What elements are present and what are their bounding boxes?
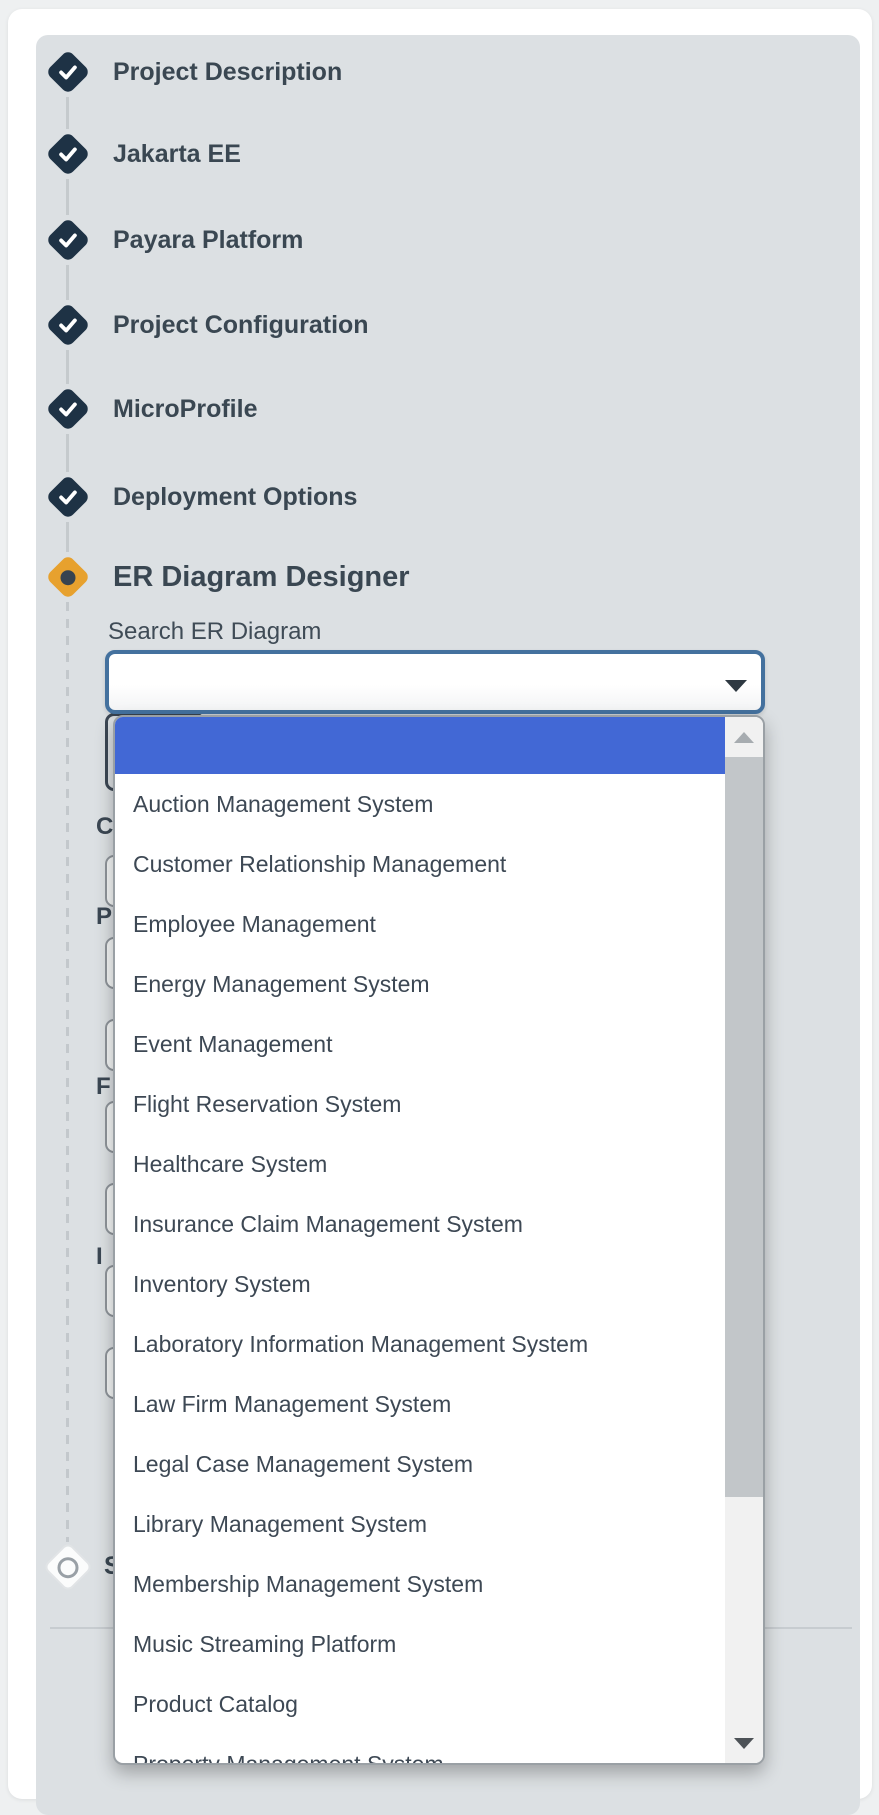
dropdown-option[interactable]: Inventory System [115,1254,725,1314]
check-icon [57,229,79,251]
dropdown-option[interactable]: Event Management [115,1014,725,1074]
dropdown-option-selected[interactable] [115,717,725,774]
pending-ring-icon [58,1557,79,1578]
hidden-label-fragment: F [96,1073,111,1101]
step-icon-box [45,131,91,177]
dropdown-option[interactable]: Employee Management [115,894,725,954]
step-project-description[interactable]: Project Description [45,49,342,95]
dropdown-option[interactable]: Law Firm Management System [115,1374,725,1434]
scrollbar-thumb[interactable] [725,757,763,1497]
step-connector [66,434,69,472]
step-icon-box [45,554,91,600]
step-connector [66,179,69,215]
dropdown-option[interactable]: Insurance Claim Management System [115,1194,725,1254]
step-label: Project Description [113,58,342,87]
scroll-up-arrow-icon[interactable] [725,717,763,757]
step-icon-box [45,49,91,95]
step-label: Jakarta EE [113,140,241,169]
dropdown-option[interactable]: Customer Relationship Management [115,834,725,894]
step-next-pending[interactable] [45,1544,91,1590]
step-icon-box [45,302,91,348]
check-icon [57,314,79,336]
hidden-label-fragment: I [96,1243,103,1271]
step-connector [66,265,69,300]
check-icon [57,143,79,165]
hidden-label-fragment: C [96,813,113,841]
dropdown-option[interactable]: Legal Case Management System [115,1434,725,1494]
scroll-down-arrow-icon[interactable] [725,1723,763,1763]
step-label: Payara Platform [113,226,303,255]
step-jakarta-ee[interactable]: Jakarta EE [45,131,241,177]
dropdown-option[interactable]: Membership Management System [115,1554,725,1614]
step-payara-platform[interactable]: Payara Platform [45,217,303,263]
step-icon-box [45,1544,91,1590]
dropdown-option[interactable]: Music Streaming Platform [115,1614,725,1674]
er-diagram-select[interactable] [105,650,765,714]
page: { "wizard": { "steps": [ { "label": "Pro… [0,0,879,1771]
hidden-label-fragment: P [96,903,112,931]
step-connector [66,522,69,552]
step-icon-box [45,474,91,520]
step-microprofile[interactable]: MicroProfile [45,386,257,432]
step-connector [66,350,69,384]
dropdown-option[interactable]: Flight Reservation System [115,1074,725,1134]
dropdown-scrollbar[interactable] [725,717,763,1763]
dropdown-option[interactable]: Healthcare System [115,1134,725,1194]
dropdown-option[interactable]: Auction Management System [115,774,725,834]
search-er-diagram-label: Search ER Diagram [108,618,321,646]
step-er-diagram-designer[interactable]: ER Diagram Designer [45,554,410,600]
step-project-configuration[interactable]: Project Configuration [45,302,369,348]
dropdown-option[interactable]: Product Catalog [115,1674,725,1734]
check-icon [57,486,79,508]
dropdown-option[interactable]: Laboratory Information Management System [115,1314,725,1374]
dropdown-option[interactable]: Property Management System [115,1734,725,1765]
step-label: Deployment Options [113,483,357,512]
step-label: Project Configuration [113,311,369,340]
active-dot-icon [61,570,76,585]
er-diagram-dropdown: Auction Management System Customer Relat… [113,715,765,1765]
chevron-down-icon [725,680,747,692]
step-connector [66,97,69,129]
step-icon-box [45,217,91,263]
step-connector-dashed [66,602,69,1542]
check-icon [57,398,79,420]
check-icon [57,61,79,83]
dropdown-option[interactable]: Energy Management System [115,954,725,1014]
dropdown-option[interactable]: Library Management System [115,1494,725,1554]
active-step-title: ER Diagram Designer [113,561,410,594]
dropdown-option-list: Auction Management System Customer Relat… [115,774,725,1765]
step-deployment-options[interactable]: Deployment Options [45,474,357,520]
step-label: MicroProfile [113,395,257,424]
step-icon-box [45,386,91,432]
